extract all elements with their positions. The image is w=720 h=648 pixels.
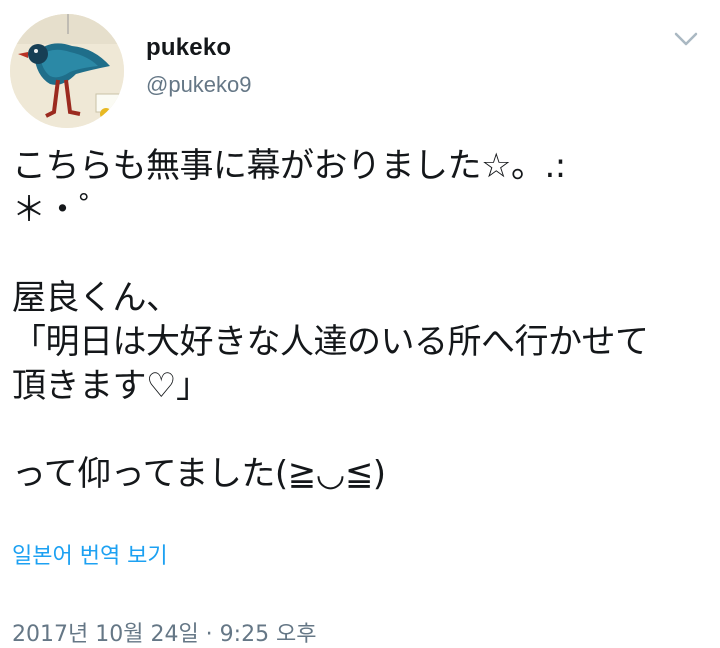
tweet: pukeko @pukeko9 こちらも無事に幕がおりました☆。.: ＊・゜ 屋… xyxy=(0,0,720,647)
avatar[interactable] xyxy=(10,14,124,128)
tweet-line: 屋良くん、 xyxy=(12,278,180,318)
display-name[interactable]: pukeko xyxy=(146,34,231,62)
tweet-line: 頂きます♡」 xyxy=(12,366,210,406)
tweet-line: ＊・゜ xyxy=(12,190,113,230)
timestamp[interactable]: 2017년 10월 24일 · 9:25 오후 xyxy=(12,616,317,648)
tweet-line xyxy=(12,408,702,452)
chevron-down-icon[interactable] xyxy=(672,28,700,50)
username[interactable]: @pukeko9 xyxy=(146,72,252,98)
tweet-line xyxy=(12,232,702,276)
tweet-line: って仰ってました(≧◡≦) xyxy=(12,454,386,494)
pukeko-bird-avatar-icon xyxy=(10,14,124,128)
tweet-line: こちらも無事に幕がおりました☆。.: xyxy=(12,146,566,186)
translate-link[interactable]: 일본어 번역 보기 xyxy=(12,538,168,570)
tweet-text: こちらも無事に幕がおりました☆。.: ＊・゜ 屋良くん、 「明日は大好きな人達の… xyxy=(12,144,702,496)
tweet-line: 「明日は大好きな人達のいる所へ行かせて xyxy=(12,322,649,362)
